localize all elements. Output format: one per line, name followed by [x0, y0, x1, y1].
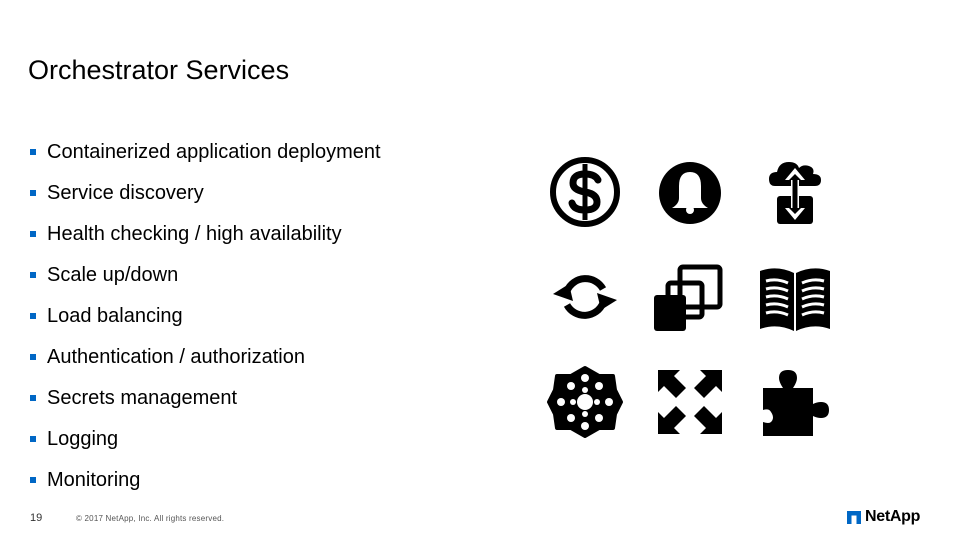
bullet-text: Authentication / authorization: [47, 346, 305, 368]
copyright-text: © 2017 NetApp, Inc. All rights reserved.: [76, 514, 225, 523]
netapp-logo-icon: [847, 510, 861, 524]
expand-arrows-icon: [650, 362, 730, 442]
bullet-item: Logging: [30, 427, 381, 468]
bullet-item: Monitoring: [30, 468, 381, 509]
bullet-text: Containerized application deployment: [47, 141, 381, 163]
logo-text: NetApp: [865, 508, 921, 525]
bullet-marker: [30, 477, 36, 483]
overlapping-squares-icon: [650, 257, 730, 337]
bullet-marker: [30, 436, 36, 442]
bullet-item: Scale up/down: [30, 263, 381, 304]
bullet-item: Service discovery: [30, 181, 381, 222]
open-book-icon: [755, 257, 835, 337]
cloud-transfer-icon: [755, 152, 835, 232]
bullet-text: Health checking / high availability: [47, 223, 342, 245]
dollar-circle-icon: [545, 152, 625, 232]
icon-grid: [545, 152, 835, 447]
puzzle-piece-icon: [755, 362, 835, 442]
bullet-list: Containerized application deployment Ser…: [30, 140, 381, 509]
bullet-text: Monitoring: [47, 469, 141, 491]
bullet-marker: [30, 272, 36, 278]
bullet-item: Containerized application deployment: [30, 140, 381, 181]
bullet-text: Service discovery: [47, 182, 204, 204]
refresh-icon: [545, 257, 625, 337]
bullet-text: Scale up/down: [47, 264, 179, 286]
bullet-text: Load balancing: [47, 305, 183, 327]
slide-title: Orchestrator Services: [28, 55, 290, 85]
netapp-logo: NetApp: [847, 509, 920, 525]
bullet-marker: [30, 354, 36, 360]
network-cluster-icon: [545, 362, 625, 442]
bullet-item: Authentication / authorization: [30, 345, 381, 386]
page-number: 19: [30, 512, 43, 524]
bell-circle-icon: [650, 152, 730, 232]
bullet-item: Load balancing: [30, 304, 381, 345]
bullet-item: Secrets management: [30, 386, 381, 427]
bullet-item: Health checking / high availability: [30, 222, 381, 263]
bullet-marker: [30, 313, 36, 319]
bullet-marker: [30, 231, 36, 237]
bullet-marker: [30, 395, 36, 401]
bullet-text: Secrets management: [47, 387, 238, 409]
bullet-marker: [30, 149, 36, 155]
bullet-marker: [30, 190, 36, 196]
bullet-text: Logging: [47, 428, 119, 450]
